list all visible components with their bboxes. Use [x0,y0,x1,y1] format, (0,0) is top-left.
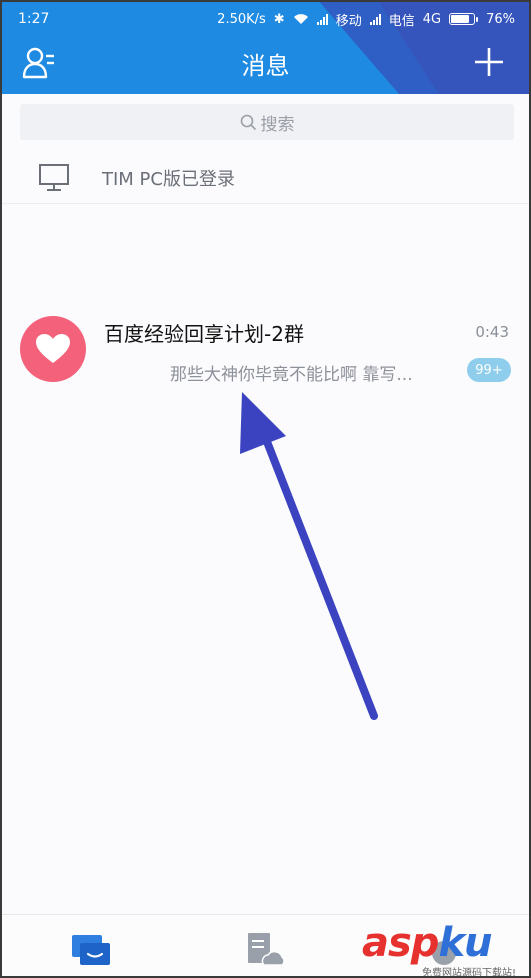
bluetooth-icon: ✱ [273,11,285,27]
document-cloud-icon [248,933,285,966]
monitor-icon [39,163,69,191]
tab-documents[interactable] [244,931,288,971]
pc-login-row[interactable]: TIM PC版已登录 [2,152,529,204]
add-button[interactable] [473,46,505,78]
tab-messages[interactable] [70,931,114,971]
bottom-tab-bar [2,914,529,976]
conversation-preview: 那些大神你毕竟不能比啊 靠写... [170,365,413,385]
network-type: 4G [422,11,442,27]
search-placeholder: 搜索 [260,114,295,135]
conversation-name: 百度经验回享计划-2群 [104,322,304,346]
chat-bubble-icon [72,935,110,965]
search-input[interactable]: 搜索 [20,104,514,140]
heart-icon [36,334,70,363]
plus-icon [475,48,503,76]
page-title: 消息 [241,52,290,80]
app-screen: 1:27 2.50K/s ✱ 移动 电信 4G 76% 消息 搜索 TIM PC… [0,0,531,978]
group-avatar [20,316,86,382]
carrier-2: 电信 [388,13,415,29]
conversation-time: 0:43 [475,323,509,341]
status-bar: 1:27 2.50K/s ✱ 移动 电信 4G 76% [18,8,515,30]
conversation-item[interactable]: 百度经验回享计划-2群 0:43 那些大神你毕竟不能比啊 靠写... 99+ [2,302,529,396]
tab-more[interactable] [422,931,466,971]
battery-icon [449,13,479,25]
battery-percent: 76% [486,11,515,27]
wifi-icon [293,14,308,24]
header-bar: 1:27 2.50K/s ✱ 移动 电信 4G 76% 消息 [2,2,529,94]
network-speed: 2.50K/s [217,11,266,27]
search-icon [240,114,256,130]
carrier-1: 移动 [335,13,362,29]
annotation-arrow [240,392,378,720]
unread-badge: 99+ [467,358,511,382]
signal-icon-1 [316,13,328,25]
signal-icon-2 [369,13,381,25]
more-icon [432,941,456,965]
status-right: 2.50K/s ✱ 移动 电信 4G 76% [217,10,515,29]
pc-login-label: TIM PC版已登录 [102,168,235,190]
status-time: 1:27 [18,11,50,27]
